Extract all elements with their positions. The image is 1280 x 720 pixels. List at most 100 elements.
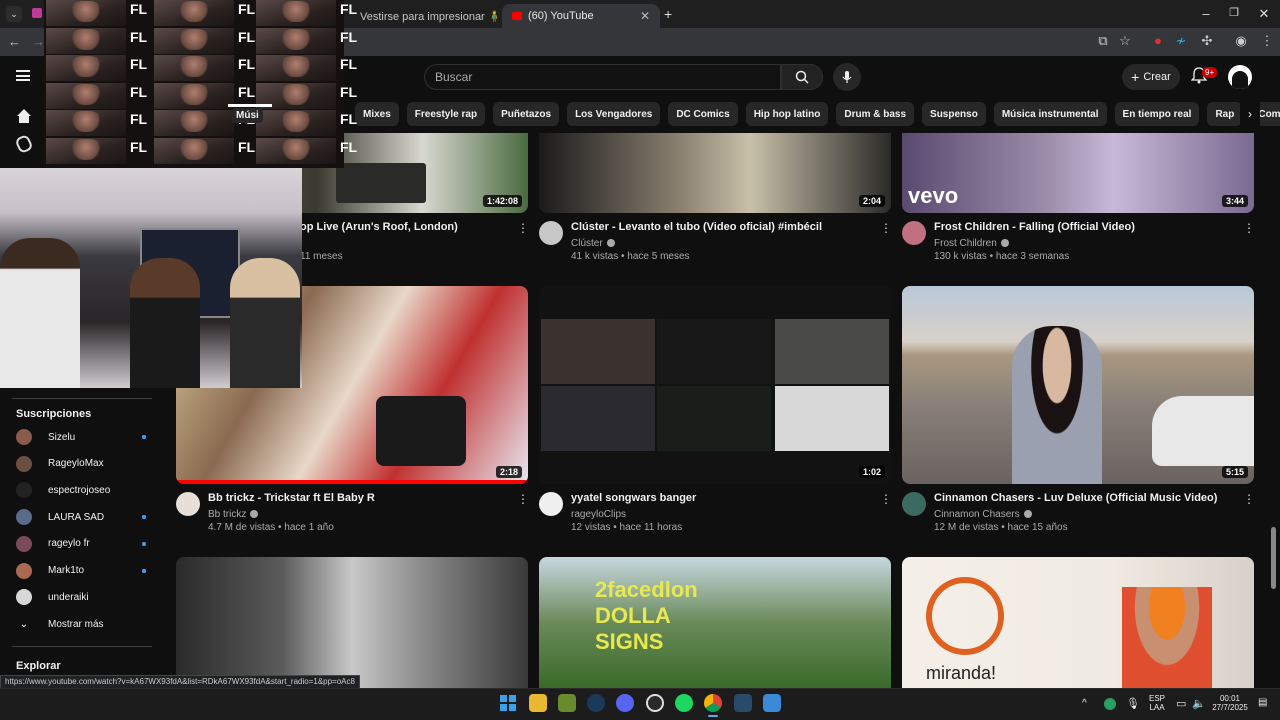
video-thumbnail[interactable]: 5:15 xyxy=(902,286,1254,484)
video-thumbnail[interactable]: 2:04 xyxy=(539,133,891,213)
install-app-icon[interactable]: ⧉ xyxy=(1094,33,1112,49)
video-title[interactable]: Cinnamon Chasers - Luv Deluxe (Official … xyxy=(934,492,1217,504)
pinned-tab-icon[interactable] xyxy=(32,8,42,18)
steam-alt-icon[interactable] xyxy=(734,694,752,712)
minimize-button[interactable]: – xyxy=(1196,6,1216,21)
more-options-icon[interactable]: ⋮ xyxy=(880,492,892,506)
filter-chip[interactable]: Música instrumental xyxy=(993,102,1107,126)
obs-icon[interactable] xyxy=(646,694,664,712)
page-scrollbar[interactable] xyxy=(1271,527,1276,589)
restore-button[interactable]: ❐ xyxy=(1224,6,1244,19)
video-channel[interactable]: Frost Children xyxy=(934,238,1009,249)
subscription-item[interactable]: RageyloMax xyxy=(16,455,146,472)
bookmark-star-icon[interactable]: ☆ xyxy=(1116,33,1134,49)
chrome-icon[interactable] xyxy=(704,694,722,712)
xbox-app-icon[interactable] xyxy=(558,694,576,712)
video-title[interactable]: op Live (Arun's Roof, London) xyxy=(300,221,458,233)
more-options-icon[interactable]: ⋮ xyxy=(517,221,529,235)
filter-chip[interactable]: Los Vengadores xyxy=(567,102,661,126)
search-icon xyxy=(795,70,809,84)
overlay-tile xyxy=(46,0,126,26)
subscription-item[interactable]: underaiki xyxy=(16,589,146,606)
tab-youtube[interactable]: (60) YouTube ✕ xyxy=(502,4,660,28)
video-title[interactable]: Clúster - Levanto el tubo (Video oficial… xyxy=(571,221,822,233)
microphone-tray-icon[interactable]: 🎙 xyxy=(1126,697,1140,710)
video-channel[interactable]: Bb trickz xyxy=(208,509,259,520)
channel-avatar[interactable] xyxy=(902,221,926,245)
filter-chip[interactable]: Puñetazos xyxy=(493,102,560,126)
browser-menu-icon[interactable]: ⋮ xyxy=(1258,33,1276,49)
filter-chip[interactable]: En tiempo real xyxy=(1114,102,1200,126)
subscription-item[interactable]: LAURA SAD xyxy=(16,509,146,526)
video-thumbnail[interactable]: 2facedlon DOLLA SIGNS xyxy=(539,557,891,688)
channel-avatar[interactable] xyxy=(902,492,926,516)
tray-overflow-icon[interactable]: ^ xyxy=(1082,698,1087,709)
video-thumbnail[interactable]: 1:02 xyxy=(539,286,891,484)
search-input[interactable]: Buscar xyxy=(424,64,781,90)
network-icon[interactable]: ▭ xyxy=(1176,697,1186,710)
filter-chip[interactable]: Suspenso xyxy=(922,102,986,126)
discord-icon[interactable] xyxy=(616,694,634,712)
file-explorer-icon[interactable] xyxy=(529,694,547,712)
subscription-item[interactable]: rageylo fr xyxy=(16,535,146,552)
channel-avatar[interactable] xyxy=(539,221,563,245)
spotify-icon[interactable] xyxy=(675,694,693,712)
chips-next-chevron-icon[interactable]: › xyxy=(1240,102,1260,126)
close-window-button[interactable]: ✕ xyxy=(1254,6,1274,22)
filter-chip[interactable]: Freestyle rap xyxy=(406,102,486,126)
channel-avatar[interactable] xyxy=(176,492,200,516)
show-more-button[interactable]: ⌄ Mostrar más xyxy=(16,616,146,632)
video-thumbnail[interactable] xyxy=(176,557,528,688)
channel-avatar[interactable] xyxy=(539,492,563,516)
account-avatar[interactable] xyxy=(1228,65,1252,89)
filter-chip[interactable]: Hip hop latino xyxy=(745,102,829,126)
clock[interactable]: 00:01 27/7/2025 xyxy=(1210,694,1250,712)
video-channel[interactable]: rageyloClips xyxy=(571,509,626,520)
status-url: https://www.youtube.com/watch?v=kA67WX93… xyxy=(0,675,360,689)
paint-app-icon[interactable] xyxy=(763,694,781,712)
filter-chip[interactable]: Drum & bass xyxy=(836,102,915,126)
voice-search-button[interactable] xyxy=(833,63,861,91)
tray-app-icon[interactable] xyxy=(1104,698,1116,710)
video-thumbnail[interactable]: miranda! xyxy=(902,557,1254,688)
subscription-item[interactable]: Mark1to xyxy=(16,562,146,579)
video-channel[interactable]: Clúster xyxy=(571,238,615,249)
subscription-name: underaiki xyxy=(48,591,89,603)
more-options-icon[interactable]: ⋮ xyxy=(1243,221,1255,235)
extension-red-icon[interactable]: ● xyxy=(1149,33,1167,48)
more-options-icon[interactable]: ⋮ xyxy=(1243,492,1255,506)
subscription-item[interactable]: Sizelu xyxy=(16,429,146,445)
notification-center-icon[interactable]: ▤ xyxy=(1258,697,1267,708)
close-tab-icon[interactable]: ✕ xyxy=(640,9,650,23)
video-title[interactable]: Bb trickz - Trickstar ft El Baby R xyxy=(208,492,375,504)
hamburger-menu-icon[interactable] xyxy=(16,70,30,81)
create-button[interactable]: + Crear xyxy=(1122,64,1180,90)
video-title[interactable]: yyatel songwars banger xyxy=(571,492,696,504)
filter-chip[interactable]: DC Comics xyxy=(668,102,738,126)
home-icon[interactable] xyxy=(16,108,32,124)
tab-vestirse[interactable]: Vestirse para impresionar 🧍‍♂️ - ( ✕ xyxy=(344,4,502,28)
overlay-tile xyxy=(46,55,126,81)
more-options-icon[interactable]: ⋮ xyxy=(880,221,892,235)
back-button[interactable]: ← xyxy=(8,34,21,49)
video-thumbnail[interactable]: vevo 3:44 xyxy=(902,133,1254,213)
filter-chip[interactable]: Rap xyxy=(1207,102,1243,126)
steam-icon[interactable] xyxy=(587,694,605,712)
overlay-fl-text: FL xyxy=(130,1,148,17)
more-options-icon[interactable]: ⋮ xyxy=(517,492,529,506)
extensions-puzzle-icon[interactable]: ✣ xyxy=(1198,33,1216,49)
shorts-icon[interactable] xyxy=(14,133,34,155)
subscription-item[interactable]: espectrojoseo xyxy=(16,482,146,499)
tab-list-dropdown[interactable]: ⌄ xyxy=(6,6,22,22)
language-indicator[interactable]: ESP LAA xyxy=(1144,694,1170,712)
search-button[interactable] xyxy=(781,64,823,90)
start-windows-icon[interactable] xyxy=(499,694,517,712)
video-title[interactable]: Frost Children - Falling (Official Video… xyxy=(934,221,1135,233)
profile-icon[interactable]: ◉ xyxy=(1232,33,1250,49)
filter-chip[interactable]: Mixes xyxy=(355,102,399,126)
language-code: ESP xyxy=(1148,694,1165,703)
volume-icon[interactable]: 🔈 xyxy=(1192,697,1206,710)
new-tab-button[interactable]: + xyxy=(664,6,672,22)
extension-color-icon[interactable]: ≁ xyxy=(1172,33,1190,49)
video-channel[interactable]: Cinnamon Chasers xyxy=(934,509,1032,520)
